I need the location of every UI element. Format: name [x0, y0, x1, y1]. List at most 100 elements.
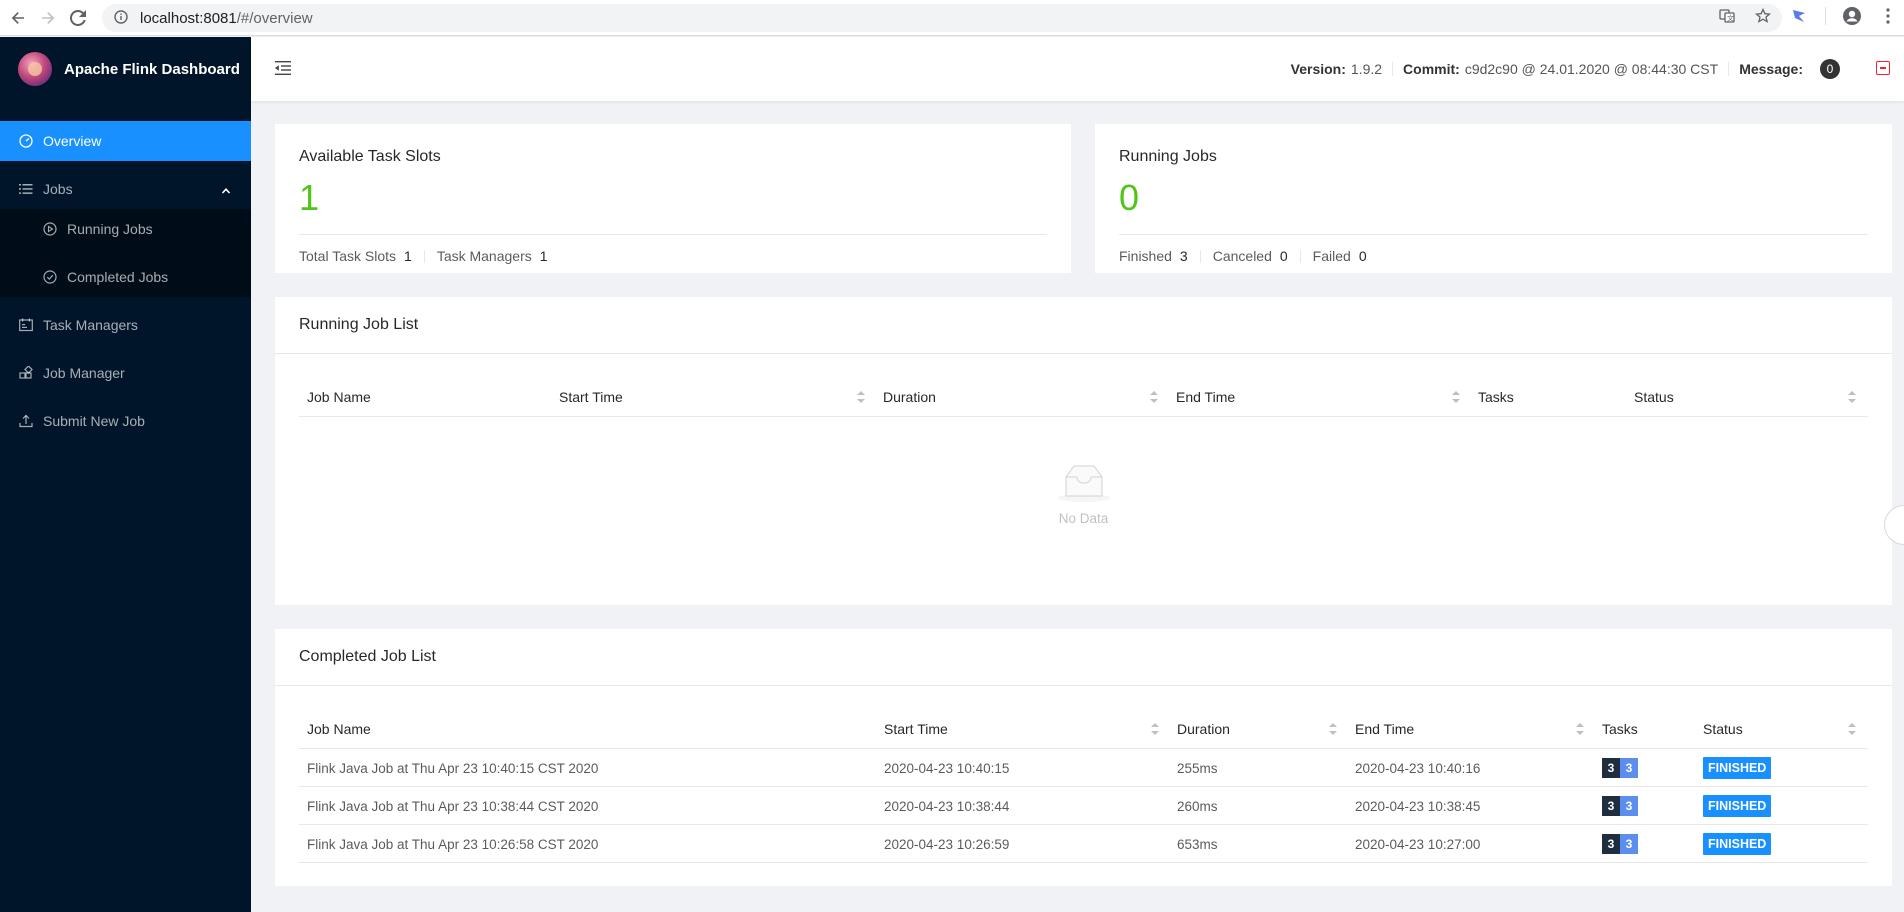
menu-fold-icon[interactable]: [275, 59, 293, 77]
column-job-name[interactable]: Job Name: [299, 377, 371, 417]
version-value: 1.9.2: [1350, 61, 1383, 77]
sidebar-item-running-jobs[interactable]: Running Jobs: [0, 209, 251, 249]
column-duration[interactable]: Duration: [1169, 709, 1230, 749]
start-time-cell: 2020-04-23 10:26:59: [884, 836, 1010, 852]
table-header: Job Name Start Time Duration End Time Ta…: [299, 709, 1868, 749]
tasks-cell: 3 3: [1594, 825, 1638, 863]
message[interactable]: Message: 0: [1739, 59, 1840, 79]
total-slots-label: Total Task Slots: [299, 248, 397, 264]
table-row[interactable]: Flink Java Job at Thu Apr 23 10:40:15 CS…: [299, 749, 1868, 787]
commit-value: c9d2c90 @ 24.01.2020 @ 08:44:30 CST: [1464, 61, 1719, 77]
forward-icon[interactable]: [36, 6, 60, 30]
status-badge: FINISHED: [1703, 795, 1772, 817]
top-header: Version: 1.9.2 Commit: c9d2c90 @ 24.01.2…: [251, 37, 1904, 101]
empty-text: No Data: [1058, 511, 1109, 526]
sidebar-item-jobs[interactable]: Jobs: [0, 169, 251, 209]
sidebar-item-label: Completed Jobs: [67, 269, 169, 285]
sidebar-item-task-managers[interactable]: Task Managers: [0, 305, 251, 345]
start-time-cell: 2020-04-23 10:38:44: [884, 798, 1010, 814]
sidebar-item-label: Overview: [43, 133, 102, 149]
task-managers-label: Task Managers: [436, 248, 532, 264]
list-icon: [19, 182, 33, 196]
tasks-total-badge: 3: [1602, 758, 1620, 778]
sort-icon[interactable]: [1452, 391, 1460, 403]
failed-label: Failed: [1312, 248, 1351, 264]
available-slots-value: 1: [299, 177, 320, 218]
sort-icon[interactable]: [1151, 723, 1159, 735]
job-name-cell[interactable]: Flink Java Job at Thu Apr 23 10:40:15 CS…: [299, 749, 598, 787]
duration-cell: 653ms: [1177, 836, 1218, 852]
divider: [1199, 249, 1201, 263]
empty-state: No Data: [275, 463, 1892, 526]
job-name-cell[interactable]: Flink Java Job at Thu Apr 23 10:26:58 CS…: [299, 825, 598, 863]
account-icon[interactable]: [1842, 6, 1862, 26]
finished-label: Finished: [1119, 248, 1172, 264]
total-slots-value: 1: [404, 248, 412, 264]
sort-icon[interactable]: [1150, 391, 1158, 403]
start-time-cell: 2020-04-23 10:40:15: [884, 760, 1010, 776]
column-tasks: Tasks: [1602, 721, 1638, 737]
star-icon[interactable]: [1753, 6, 1773, 26]
sort-icon[interactable]: [1329, 723, 1337, 735]
column-end-time[interactable]: End Time: [1347, 709, 1414, 749]
translate-icon[interactable]: 文: [1717, 6, 1737, 26]
task-managers-value: 1: [539, 248, 548, 264]
url-path: /#/overview: [236, 9, 313, 27]
sort-icon[interactable]: [1848, 391, 1856, 403]
back-icon[interactable]: [6, 6, 30, 30]
table-header: Job Name Start Time Duration End Time Ta…: [299, 377, 1868, 417]
message-count-badge[interactable]: 0: [1820, 59, 1840, 79]
info-icon[interactable]: [114, 9, 128, 27]
table-row[interactable]: Flink Java Job at Thu Apr 23 10:38:44 CS…: [299, 787, 1868, 825]
extension-icon[interactable]: [1789, 6, 1809, 26]
status-cell: FINISHED: [1695, 787, 1772, 825]
tasks-total-badge: 3: [1602, 834, 1620, 854]
tasks-total-badge: 3: [1602, 796, 1620, 816]
address-bar[interactable]: localhost:8081/#/overview: [102, 4, 1782, 32]
sort-icon[interactable]: [1848, 723, 1856, 735]
divider: [299, 234, 1047, 235]
sort-icon[interactable]: [857, 391, 865, 403]
sidebar-item-job-manager[interactable]: Job Manager: [0, 353, 251, 393]
sidebar-item-overview[interactable]: Overview: [0, 121, 251, 161]
upload-icon: [19, 414, 33, 428]
url-text: localhost:8081/#/overview: [140, 10, 313, 27]
svg-text:文: 文: [1727, 14, 1734, 23]
sidebar-item-submit-new-job[interactable]: Submit New Job: [0, 401, 251, 441]
column-start-time[interactable]: Start Time: [551, 377, 623, 417]
column-start-time[interactable]: Start Time: [876, 709, 948, 749]
card-title: Available Task Slots: [299, 148, 441, 165]
sidebar-item-completed-jobs[interactable]: Completed Jobs: [0, 257, 251, 297]
sidebar-item-label: Running Jobs: [67, 221, 153, 237]
card-title: Completed Job List: [299, 648, 436, 665]
end-time-cell: 2020-04-23 10:40:16: [1355, 760, 1481, 776]
tasks-finished-badge: 3: [1620, 796, 1638, 816]
tasks-cell: 3 3: [1594, 749, 1638, 787]
commit: Commit: c9d2c90 @ 24.01.2020 @ 08:44:30 …: [1403, 61, 1718, 77]
menu-dots-icon[interactable]: [1878, 6, 1898, 26]
table-row[interactable]: Flink Java Job at Thu Apr 23 10:26:58 CS…: [299, 825, 1868, 863]
sidebar-menu: Overview Jobs Running Jobs Completed Job…: [0, 121, 251, 441]
column-duration[interactable]: Duration: [875, 377, 936, 417]
status-badge: FINISHED: [1703, 757, 1772, 779]
column-status[interactable]: Status: [1626, 377, 1674, 417]
empty-inbox-icon: [1056, 463, 1112, 503]
divider: [423, 249, 425, 263]
column-status[interactable]: Status: [1695, 709, 1743, 749]
task-slots-card: Available Task Slots 1 Total Task Slots …: [275, 124, 1071, 273]
duration-cell: 255ms: [1177, 760, 1218, 776]
status-cell: FINISHED: [1695, 749, 1772, 787]
logout-icon[interactable]: [1876, 61, 1890, 75]
running-jobs-value: 0: [1119, 177, 1140, 218]
failed-value: 0: [1358, 248, 1367, 264]
column-end-time[interactable]: End Time: [1168, 377, 1235, 417]
status-cell: FINISHED: [1695, 825, 1772, 863]
reload-icon[interactable]: [66, 6, 90, 30]
logo[interactable]: Apache Flink Dashboard: [0, 37, 251, 101]
column-job-name[interactable]: Job Name: [299, 709, 371, 749]
job-name-cell[interactable]: Flink Java Job at Thu Apr 23 10:38:44 CS…: [299, 787, 598, 825]
completed-job-list-card: Completed Job List Job Name Start Time D…: [275, 629, 1892, 886]
sort-icon[interactable]: [1576, 723, 1584, 735]
running-jobs-card: Running Jobs 0 Finished 3 Canceled 0 Fai…: [1095, 124, 1892, 273]
divider: [1728, 62, 1730, 76]
